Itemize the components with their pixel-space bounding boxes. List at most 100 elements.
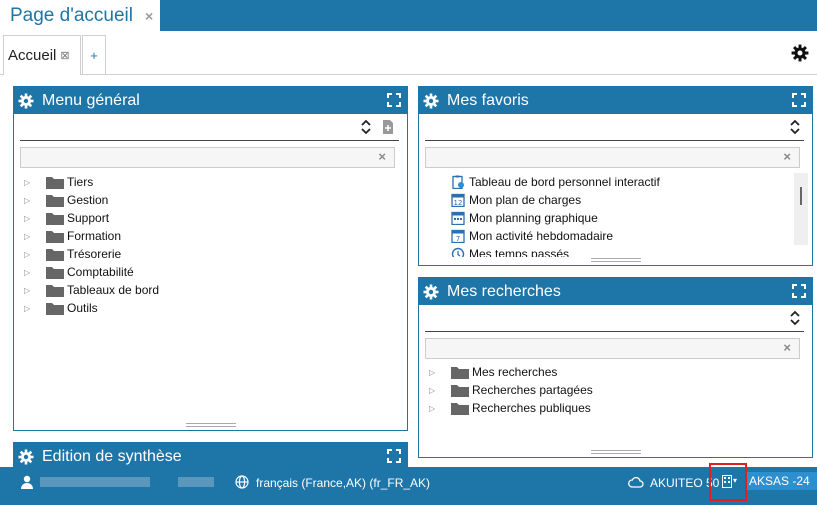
folder-icon <box>46 231 64 243</box>
favorite-item[interactable]: 7 Mon activité hebdomadaire <box>451 227 613 245</box>
favorite-label: Mon activité hebdomadaire <box>469 229 614 243</box>
tree-item-support[interactable]: ▷ Support <box>24 209 109 227</box>
expand-arrow-icon[interactable]: ▷ <box>24 250 36 259</box>
tree-item-tiers[interactable]: ▷ Tiers <box>24 173 93 191</box>
settings-gear-icon[interactable] <box>791 44 809 62</box>
expand-icon[interactable] <box>387 449 401 463</box>
tab-accueil[interactable]: Accueil ⊠ <box>3 35 81 75</box>
panel-title: Mes recherches <box>447 282 561 300</box>
expand-arrow-icon[interactable]: ▷ <box>429 386 441 395</box>
tree-item-label: Support <box>67 211 110 225</box>
expand-arrow-icon[interactable]: ▷ <box>24 232 36 241</box>
window-close-button[interactable]: × <box>145 8 153 24</box>
svg-text:12: 12 <box>454 199 463 207</box>
clear-filter-icon[interactable]: × <box>378 149 386 164</box>
tree-item-gestion[interactable]: ▷ Gestion <box>24 191 108 209</box>
tree-item-comptabilite[interactable]: ▷ Comptabilité <box>24 263 134 281</box>
company-dropdown-icon[interactable]: ▾ <box>733 476 737 485</box>
tree-item-tresorerie[interactable]: ▷ Trésorerie <box>24 245 121 263</box>
folder-icon <box>46 213 64 225</box>
folder-icon <box>46 303 64 315</box>
add-item-icon[interactable] <box>382 119 394 135</box>
folder-icon <box>46 195 64 207</box>
folder-icon <box>46 249 64 261</box>
favorite-item[interactable]: 12 Mon plan de charges <box>451 191 581 209</box>
tab-close-icon[interactable]: ⊠ <box>60 49 69 62</box>
favorite-item[interactable]: Tableau de bord personnel interactif <box>451 173 660 191</box>
panel-settings-gear-icon[interactable] <box>423 284 439 300</box>
environment-badge: AKSAS -24 <box>747 472 817 490</box>
blurred-username-extra <box>178 477 214 487</box>
searches-filter-input[interactable]: × <box>425 338 800 359</box>
tab-strip: Accueil ⊠ + <box>0 31 817 75</box>
expand-arrow-icon[interactable]: ▷ <box>24 178 36 187</box>
tree-item-label: Trésorerie <box>67 247 122 261</box>
panel-mes-recherches: Mes recherches × ▷ Mes recherches ▷ Rech… <box>418 277 813 458</box>
panel-header: Edition de synthèse <box>14 443 407 470</box>
clipboard-check-icon <box>452 175 464 189</box>
resize-grip[interactable] <box>591 450 641 454</box>
language-selector[interactable]: français (France,AK) (fr_FR_AK) <box>256 476 430 490</box>
panel-toolbar <box>425 306 804 332</box>
globe-icon[interactable] <box>235 475 249 489</box>
tree-item-recherches-publiques[interactable]: ▷ Recherches publiques <box>429 399 591 417</box>
expand-arrow-icon[interactable]: ▷ <box>24 196 36 205</box>
building-icon[interactable] <box>722 475 732 488</box>
panel-settings-gear-icon[interactable] <box>423 93 439 109</box>
sort-icon[interactable] <box>360 119 372 135</box>
panel-settings-gear-icon[interactable] <box>18 93 34 109</box>
favorite-item[interactable]: Mon planning graphique <box>451 209 598 227</box>
cloud-icon <box>628 476 644 488</box>
tree-item-mes-recherches[interactable]: ▷ Mes recherches <box>429 363 557 381</box>
folder-icon <box>46 177 64 189</box>
clear-filter-icon[interactable]: × <box>783 340 791 355</box>
tree-item-recherches-partagees[interactable]: ▷ Recherches partagées <box>429 381 593 399</box>
expand-arrow-icon[interactable]: ▷ <box>24 286 36 295</box>
folder-icon <box>46 267 64 279</box>
calendar-7-icon: 7 <box>451 229 465 243</box>
folder-icon <box>451 367 469 379</box>
scrollbar-thumb[interactable] <box>800 187 802 205</box>
clear-filter-icon[interactable]: × <box>783 149 791 164</box>
window-tab[interactable]: Page d'accueil × <box>0 0 160 31</box>
tree-item-outils[interactable]: ▷ Outils <box>24 299 98 317</box>
tree-item-label: Formation <box>67 229 122 243</box>
folder-icon <box>451 385 469 397</box>
resize-grip[interactable] <box>186 423 236 427</box>
expand-arrow-icon[interactable]: ▷ <box>429 404 441 413</box>
tree-item-label: Gestion <box>67 193 109 207</box>
resize-grip[interactable] <box>591 258 641 262</box>
tree-item-label: Tableaux de bord <box>67 283 160 297</box>
expand-icon[interactable] <box>792 284 806 298</box>
favorite-label: Mon plan de charges <box>469 193 582 207</box>
expand-icon[interactable] <box>387 93 401 107</box>
expand-icon[interactable] <box>792 93 806 107</box>
expand-arrow-icon[interactable]: ▷ <box>24 214 36 223</box>
expand-arrow-icon[interactable]: ▷ <box>24 268 36 277</box>
tree-item-formation[interactable]: ▷ Formation <box>24 227 121 245</box>
panel-header: Menu général <box>14 87 407 114</box>
panel-header: Mes favoris <box>419 87 812 114</box>
tree-item-label: Tiers <box>67 175 94 189</box>
panel-toolbar <box>20 115 399 141</box>
favorites-scrollbar[interactable] <box>794 173 808 245</box>
user-icon[interactable] <box>20 475 34 489</box>
panel-menu-general: Menu général × ▷ Tiers ▷ Gestion ▷ Suppo… <box>13 86 408 431</box>
favorite-label: Tableau de bord personnel interactif <box>469 175 660 189</box>
favorites-list: Tableau de bord personnel interactif 12 … <box>419 171 812 257</box>
sort-icon[interactable] <box>789 119 801 135</box>
menu-filter-input[interactable]: × <box>20 147 395 168</box>
expand-arrow-icon[interactable]: ▷ <box>429 368 441 377</box>
window-title: Page d'accueil <box>10 4 133 26</box>
favorites-filter-input[interactable]: × <box>425 147 800 168</box>
tree-item-label: Recherches publiques <box>472 401 591 415</box>
tree-item-label: Comptabilité <box>67 265 134 279</box>
tree-item-tableaux-de-bord[interactable]: ▷ Tableaux de bord <box>24 281 159 299</box>
tab-label: Accueil <box>8 47 57 64</box>
add-tab-button[interactable]: + <box>82 35 106 75</box>
expand-arrow-icon[interactable]: ▷ <box>24 304 36 313</box>
panel-title: Menu général <box>42 91 140 109</box>
panel-settings-gear-icon[interactable] <box>18 449 34 465</box>
sort-icon[interactable] <box>789 310 801 326</box>
favorite-item[interactable]: Mes temps passés <box>451 245 569 257</box>
